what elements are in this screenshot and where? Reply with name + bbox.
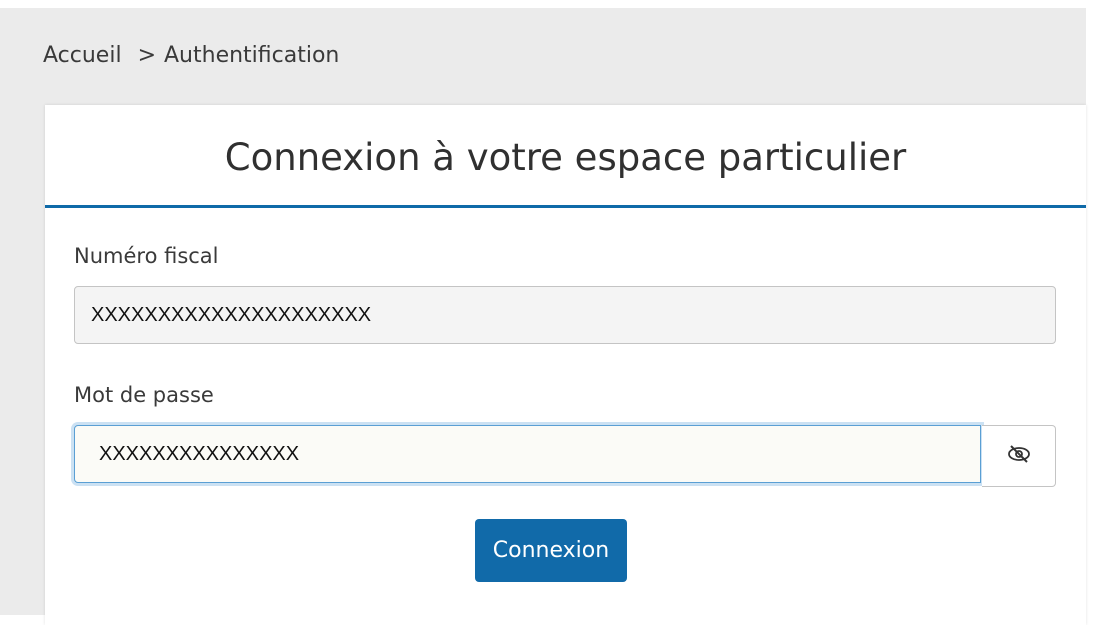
right-edge (1086, 0, 1094, 615)
toggle-password-visibility-button[interactable] (982, 425, 1056, 487)
eye-slash-icon (1006, 444, 1032, 468)
password-label: Mot de passe (74, 383, 214, 407)
login-button[interactable]: Connexion (475, 519, 627, 582)
login-card: Connexion à votre espace particulier Num… (45, 105, 1086, 625)
breadcrumb: Accueil > Authentification (43, 43, 339, 68)
fiscal-number-input[interactable] (74, 286, 1056, 344)
breadcrumb-separator: > (137, 43, 156, 68)
page-title: Connexion à votre espace particulier (224, 135, 907, 179)
fiscal-number-label: Numéro fiscal (74, 244, 219, 268)
breadcrumb-home-link[interactable]: Accueil (43, 43, 122, 68)
login-card-header: Connexion à votre espace particulier (45, 105, 1086, 208)
password-input[interactable] (74, 425, 981, 483)
breadcrumb-current: Authentification (164, 43, 340, 68)
top-edge (0, 0, 1094, 8)
